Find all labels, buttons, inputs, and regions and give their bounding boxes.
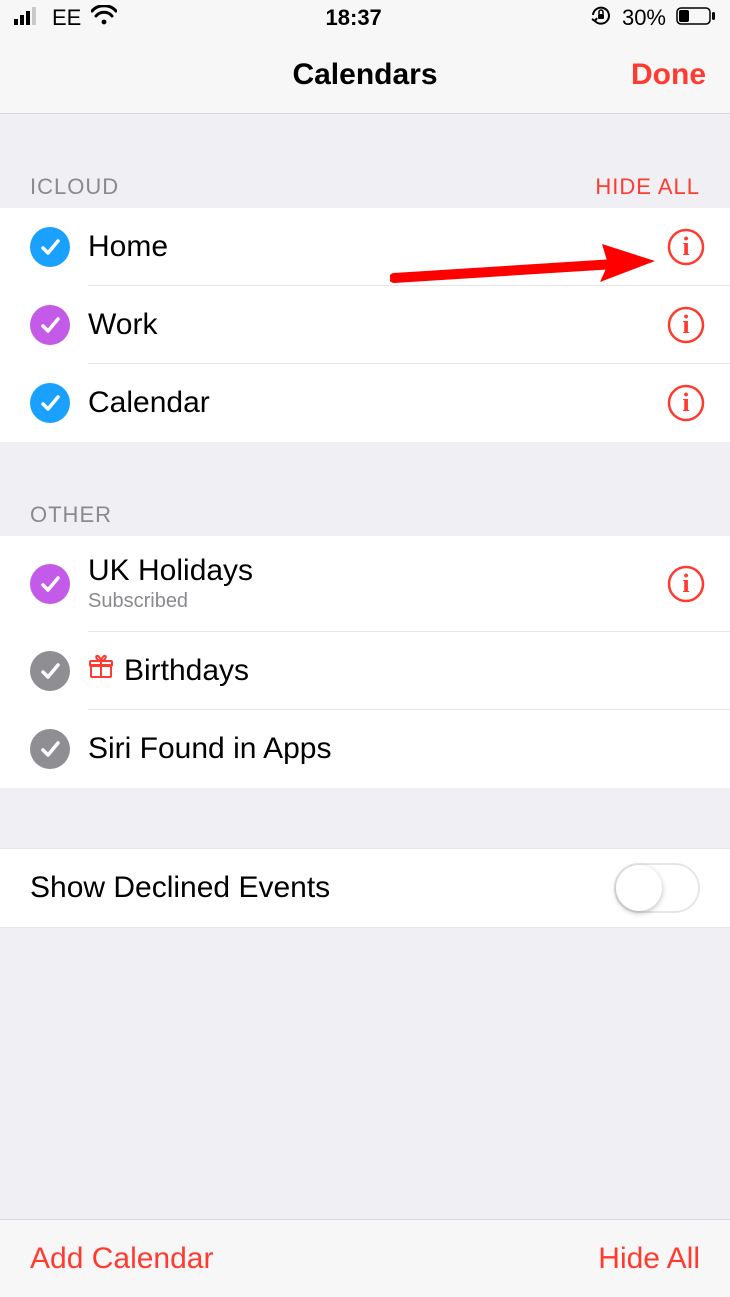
checkmark-icon [30, 564, 70, 604]
done-button[interactable]: Done [631, 58, 706, 92]
calendar-label: Home [88, 230, 666, 264]
section-header-other: OTHER [0, 442, 730, 536]
checkmark-icon [30, 383, 70, 423]
info-button[interactable]: i [666, 305, 706, 345]
svg-text:i: i [682, 310, 689, 339]
calendar-row-siri[interactable]: Siri Found in Apps [0, 710, 730, 788]
signal-icon [14, 5, 42, 31]
gift-icon [88, 654, 114, 688]
checkmark-icon [30, 305, 70, 345]
carrier-label: EE [52, 5, 81, 31]
svg-text:i: i [682, 569, 689, 598]
calendar-label: Siri Found in Apps [88, 732, 706, 766]
battery-icon [676, 5, 716, 31]
section-title-icloud: ICLOUD [30, 174, 119, 200]
calendar-label: Birthdays [124, 654, 249, 688]
checkmark-icon [30, 227, 70, 267]
calendar-label: Calendar [88, 386, 666, 420]
other-calendar-list: UK Holidays Subscribed i [0, 536, 730, 788]
info-button[interactable]: i [666, 564, 706, 604]
clock: 18:37 [326, 5, 382, 31]
calendar-row-birthdays[interactable]: Birthdays [0, 632, 730, 710]
declined-events-group: Show Declined Events [0, 848, 730, 928]
calendar-sublabel: Subscribed [88, 590, 666, 613]
info-button[interactable]: i [666, 383, 706, 423]
hide-all-button[interactable]: Hide All [598, 1242, 700, 1276]
bottom-toolbar: Add Calendar Hide All [0, 1219, 730, 1297]
icloud-calendar-list: Home i Work i Calendar i [0, 208, 730, 442]
hide-all-icloud[interactable]: HIDE ALL [595, 174, 700, 200]
calendar-row-work[interactable]: Work i [0, 286, 730, 364]
calendar-row-uk-holidays[interactable]: UK Holidays Subscribed i [0, 536, 730, 632]
page-title: Calendars [292, 58, 437, 92]
calendar-label: UK Holidays [88, 554, 666, 588]
info-button[interactable]: i [666, 227, 706, 267]
calendar-label: Work [88, 308, 666, 342]
calendar-row-home[interactable]: Home i [0, 208, 730, 286]
checkmark-icon [30, 729, 70, 769]
checkmark-icon [30, 651, 70, 691]
wifi-icon [91, 5, 117, 31]
show-declined-toggle[interactable] [614, 863, 700, 913]
svg-text:i: i [682, 232, 689, 261]
nav-bar: Calendars Done [0, 36, 730, 114]
orientation-lock-icon [590, 4, 612, 32]
section-header-icloud: ICLOUD HIDE ALL [0, 114, 730, 208]
show-declined-label: Show Declined Events [30, 871, 330, 905]
section-title-other: OTHER [30, 502, 112, 528]
svg-text:i: i [682, 388, 689, 417]
status-bar: EE 18:37 30% [0, 0, 730, 36]
calendar-row-calendar[interactable]: Calendar i [0, 364, 730, 442]
add-calendar-button[interactable]: Add Calendar [30, 1242, 213, 1276]
battery-pct: 30% [622, 5, 666, 31]
